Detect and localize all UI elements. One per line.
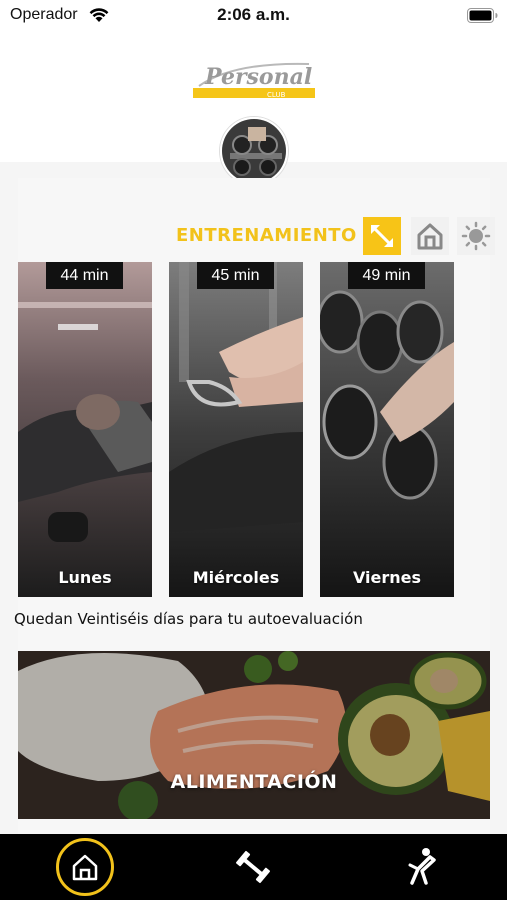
workout-card-miercoles[interactable]: 45 min Miércoles: [169, 262, 303, 597]
day-label: Lunes: [58, 568, 112, 587]
personal-club-logo: Personal CLUB: [193, 62, 315, 99]
avatar[interactable]: [220, 117, 288, 185]
tab-home[interactable]: [45, 834, 125, 900]
dumbbell-icon: [236, 850, 270, 884]
workout-card-viernes[interactable]: 49 min Viernes: [320, 262, 454, 597]
status-time: 2:06 a.m.: [217, 5, 290, 24]
battery-icon: [467, 8, 498, 23]
expand-button[interactable]: [363, 217, 401, 255]
nutrition-label: ALIMENTACIÓN: [170, 771, 338, 793]
workout-card-lunes[interactable]: 44 min Lunes: [18, 262, 152, 597]
active-tab-ring: [56, 838, 114, 896]
tab-stretching[interactable]: [381, 834, 461, 900]
workout-photo: [18, 262, 152, 597]
house-icon: [417, 223, 443, 250]
logo-subtext: CLUB: [267, 91, 286, 99]
nutrition-banner[interactable]: ALIMENTACIÓN: [18, 651, 490, 819]
tab-training[interactable]: [213, 834, 293, 900]
evaluation-countdown: Quedan Veintiséis días para tu autoevalu…: [14, 610, 363, 628]
sun-icon: [461, 221, 491, 251]
section-title: ENTRENAMIENTO: [176, 225, 357, 246]
status-bar: Operador 2:06 a.m.: [0, 0, 507, 32]
logo-text: Personal: [204, 64, 312, 90]
expand-arrows-icon: [371, 225, 393, 247]
workout-photo: [320, 262, 454, 597]
workout-photo: [169, 262, 303, 597]
home-icon: [72, 854, 98, 881]
day-label: Viernes: [352, 568, 422, 587]
training-header: ENTRENAMIENTO: [0, 214, 507, 258]
stretching-icon: [408, 848, 436, 885]
duration-badge: 45 min: [197, 262, 274, 289]
duration-badge: 44 min: [46, 262, 123, 289]
home-training-button[interactable]: [411, 217, 449, 255]
day-label: Miércoles: [192, 568, 280, 587]
duration-badge: 49 min: [348, 262, 425, 289]
outdoor-training-button[interactable]: [457, 217, 495, 255]
tab-bar: [0, 834, 507, 900]
nutrition-photo: [18, 651, 490, 819]
